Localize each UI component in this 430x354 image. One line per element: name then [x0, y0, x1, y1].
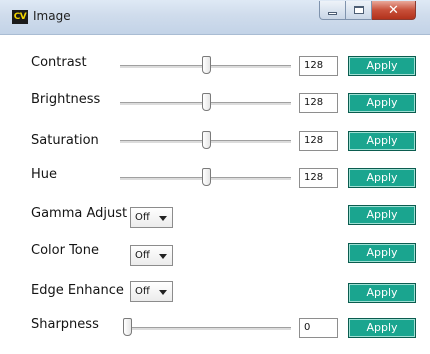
window-controls: ✕: [319, 1, 416, 21]
slider-thumb[interactable]: [201, 56, 211, 74]
gamma-adjust-label: Gamma Adjust: [31, 206, 128, 221]
title-bar[interactable]: CV Image ✕: [0, 0, 430, 35]
edge-enhance-label: Edge Enhance: [31, 283, 124, 298]
gamma-adjust-apply-button[interactable]: Apply: [348, 205, 416, 225]
close-icon: ✕: [388, 2, 399, 18]
app-cv-icon: CV: [12, 10, 28, 24]
slider-track: [123, 327, 291, 331]
hue-slider[interactable]: [120, 168, 291, 188]
color-tone-row: Color Tone Off Apply: [0, 241, 430, 266]
slider-thumb[interactable]: [201, 168, 211, 186]
chevron-down-icon: [159, 216, 167, 221]
edge-enhance-row: Edge Enhance Off Apply: [0, 281, 430, 305]
brightness-slider[interactable]: [120, 93, 291, 113]
edge-enhance-select[interactable]: Off: [130, 281, 173, 302]
brightness-label: Brightness: [31, 92, 101, 107]
image-window: CV Image ✕ Contrast 128 Apply Brightness: [0, 0, 430, 354]
brightness-apply-button[interactable]: Apply: [348, 93, 416, 113]
saturation-slider[interactable]: [120, 131, 291, 151]
color-tone-label: Color Tone: [31, 243, 99, 258]
hue-value-input[interactable]: 128: [299, 168, 338, 188]
edge-enhance-selected: Off: [135, 286, 150, 297]
contrast-slider[interactable]: [120, 56, 291, 76]
chevron-down-icon: [159, 290, 167, 295]
contrast-row: Contrast 128 Apply: [0, 54, 430, 78]
gamma-adjust-selected: Off: [135, 212, 150, 223]
sharpness-label: Sharpness: [31, 317, 99, 332]
sharpness-value-input[interactable]: 0: [299, 318, 338, 338]
color-tone-select[interactable]: Off: [130, 245, 173, 266]
saturation-row: Saturation 128 Apply: [0, 129, 430, 153]
chevron-down-icon: [159, 254, 167, 259]
minimize-button[interactable]: [319, 1, 346, 20]
sharpness-slider[interactable]: [123, 318, 291, 338]
hue-row: Hue 128 Apply: [0, 166, 430, 190]
saturation-apply-button[interactable]: Apply: [348, 131, 416, 151]
minimize-icon: [328, 12, 337, 15]
gamma-adjust-select[interactable]: Off: [130, 207, 173, 228]
color-tone-selected: Off: [135, 250, 150, 261]
edge-enhance-apply-button[interactable]: Apply: [348, 283, 416, 303]
color-tone-apply-button[interactable]: Apply: [348, 243, 416, 263]
maximize-button[interactable]: [346, 1, 372, 20]
saturation-value-input[interactable]: 128: [299, 131, 338, 151]
brightness-row: Brightness 128 Apply: [0, 91, 430, 115]
slider-thumb[interactable]: [123, 318, 132, 336]
sharpness-row: Sharpness 0 Apply: [0, 316, 430, 340]
window-title: Image: [33, 9, 71, 23]
contrast-value-input[interactable]: 128: [299, 56, 338, 76]
slider-thumb[interactable]: [201, 131, 211, 149]
contrast-label: Contrast: [31, 55, 87, 70]
gamma-adjust-row: Gamma Adjust Off Apply: [0, 203, 430, 228]
brightness-value-input[interactable]: 128: [299, 93, 338, 113]
maximize-icon: [353, 6, 364, 14]
contrast-apply-button[interactable]: Apply: [348, 56, 416, 76]
close-button[interactable]: ✕: [372, 1, 416, 20]
slider-thumb[interactable]: [201, 93, 211, 111]
sharpness-apply-button[interactable]: Apply: [348, 318, 416, 338]
hue-label: Hue: [31, 167, 58, 182]
hue-apply-button[interactable]: Apply: [348, 168, 416, 188]
saturation-label: Saturation: [31, 133, 99, 148]
